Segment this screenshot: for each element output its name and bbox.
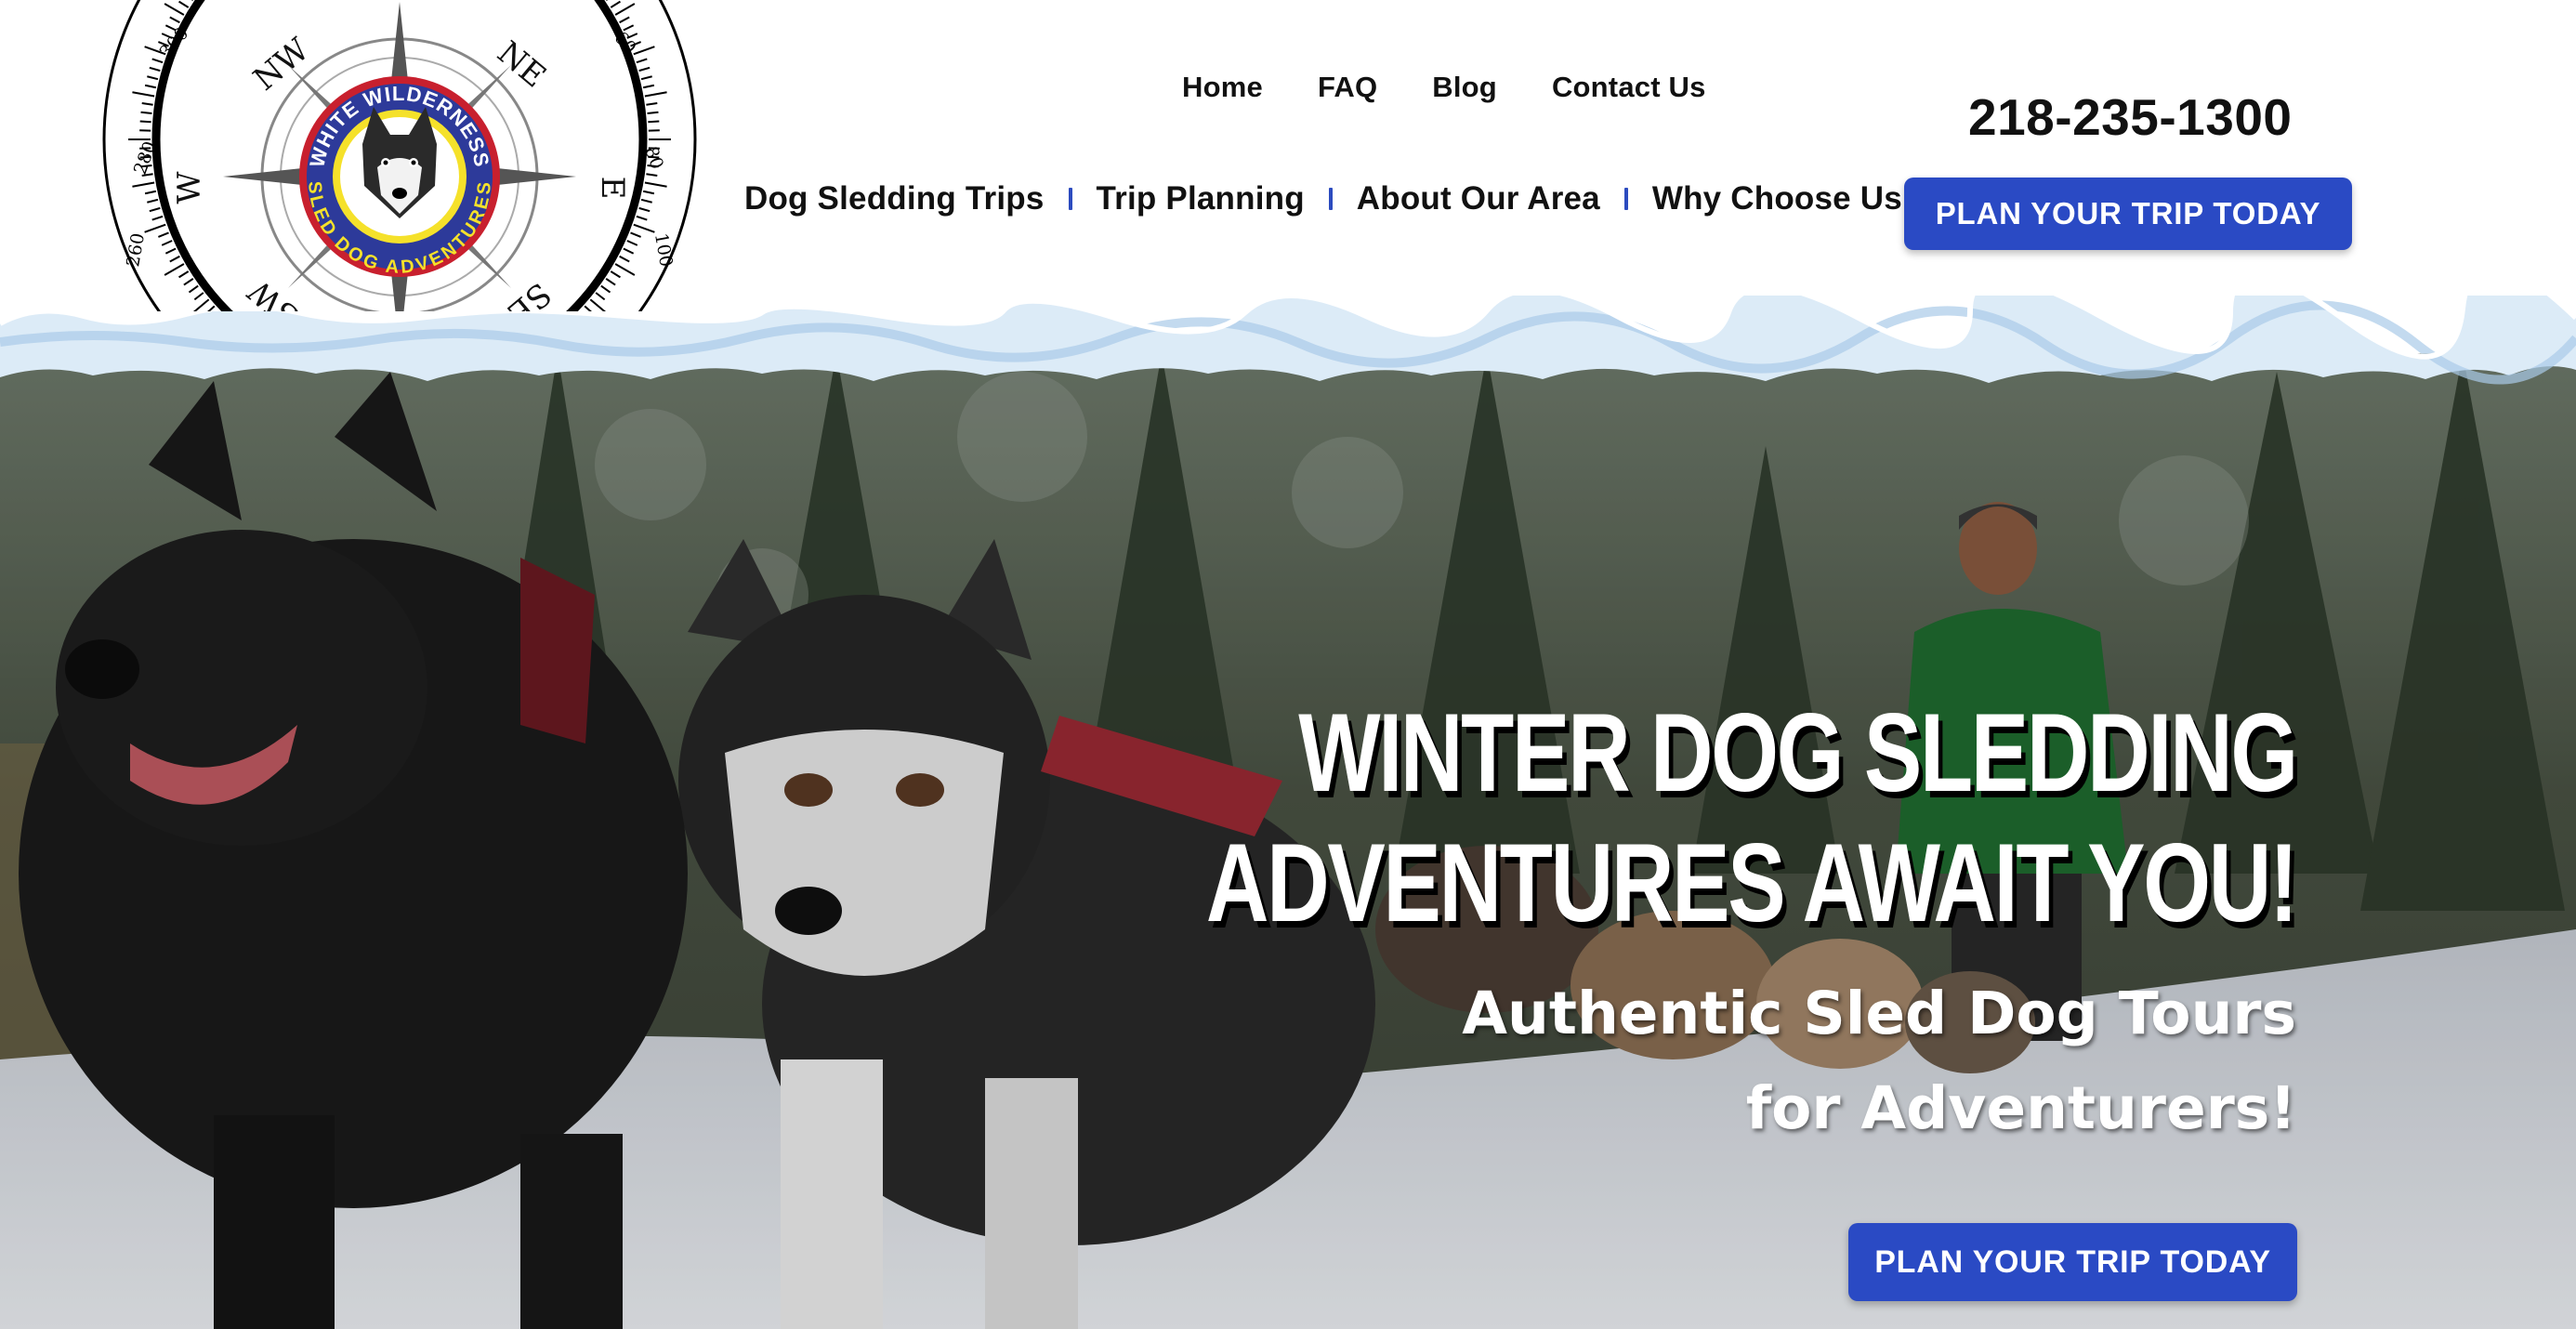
nav-faq-link[interactable]: FAQ (1318, 71, 1377, 104)
dial-tick (647, 111, 659, 114)
nav-about-our-area[interactable]: About Our Area (1357, 180, 1600, 217)
hero-section: WINTER DOG SLEDDING ADVENTURES AWAIT YOU… (0, 353, 2576, 1329)
dial-tick (139, 120, 151, 124)
snow-divider (0, 296, 2576, 385)
nav-separator (1623, 188, 1628, 210)
main-nav: Dog Sledding Trips Trip Planning About O… (744, 180, 1902, 217)
phone-number[interactable]: 218-235-1300 (1968, 87, 2293, 147)
nav-trip-planning[interactable]: Trip Planning (1097, 180, 1305, 217)
hero-subtitle-line2: for Adventurers! (1745, 1074, 2296, 1142)
nav-why-choose-us[interactable]: Why Choose Us (1652, 180, 1902, 217)
cardinal-e: E (594, 177, 631, 200)
hero-subtitle: Authentic Sled Dog Tours for Adventurers… (1462, 967, 2296, 1156)
nav-contact-link[interactable]: Contact Us (1552, 71, 1706, 104)
dial-tick (648, 120, 660, 124)
utility-nav: Home FAQ Blog Contact Us (1182, 71, 1761, 104)
nav-separator (1068, 188, 1072, 210)
hero-title-line2: ADVENTURES AWAIT YOU! (1206, 821, 2298, 945)
nav-home-link[interactable]: Home (1182, 71, 1263, 104)
hero-subtitle-line1: Authentic Sled Dog Tours (1462, 980, 2296, 1047)
plan-trip-hero-button[interactable]: PLAN YOUR TRIP TODAY (1848, 1223, 2297, 1301)
dial-tick (140, 111, 152, 114)
nav-dog-sledding-trips[interactable]: Dog Sledding Trips (744, 180, 1045, 217)
plan-trip-header-button[interactable]: PLAN YOUR TRIP TODAY (1904, 178, 2352, 250)
nav-blog-link[interactable]: Blog (1432, 71, 1497, 104)
site-logo[interactable]: 260 280 300 60 80 100 NW NE W E SW SE WH… (98, 0, 702, 311)
hero-title: WINTER DOG SLEDDING ADVENTURES AWAIT YOU… (1206, 688, 2298, 948)
hero-title-line1: WINTER DOG SLEDDING (1298, 691, 2298, 815)
nav-separator (1328, 188, 1333, 210)
husky-badge-icon: WHITE WILDERNESS SLED DOG ADVENTURES (299, 76, 500, 278)
cardinal-w: W (171, 171, 208, 204)
